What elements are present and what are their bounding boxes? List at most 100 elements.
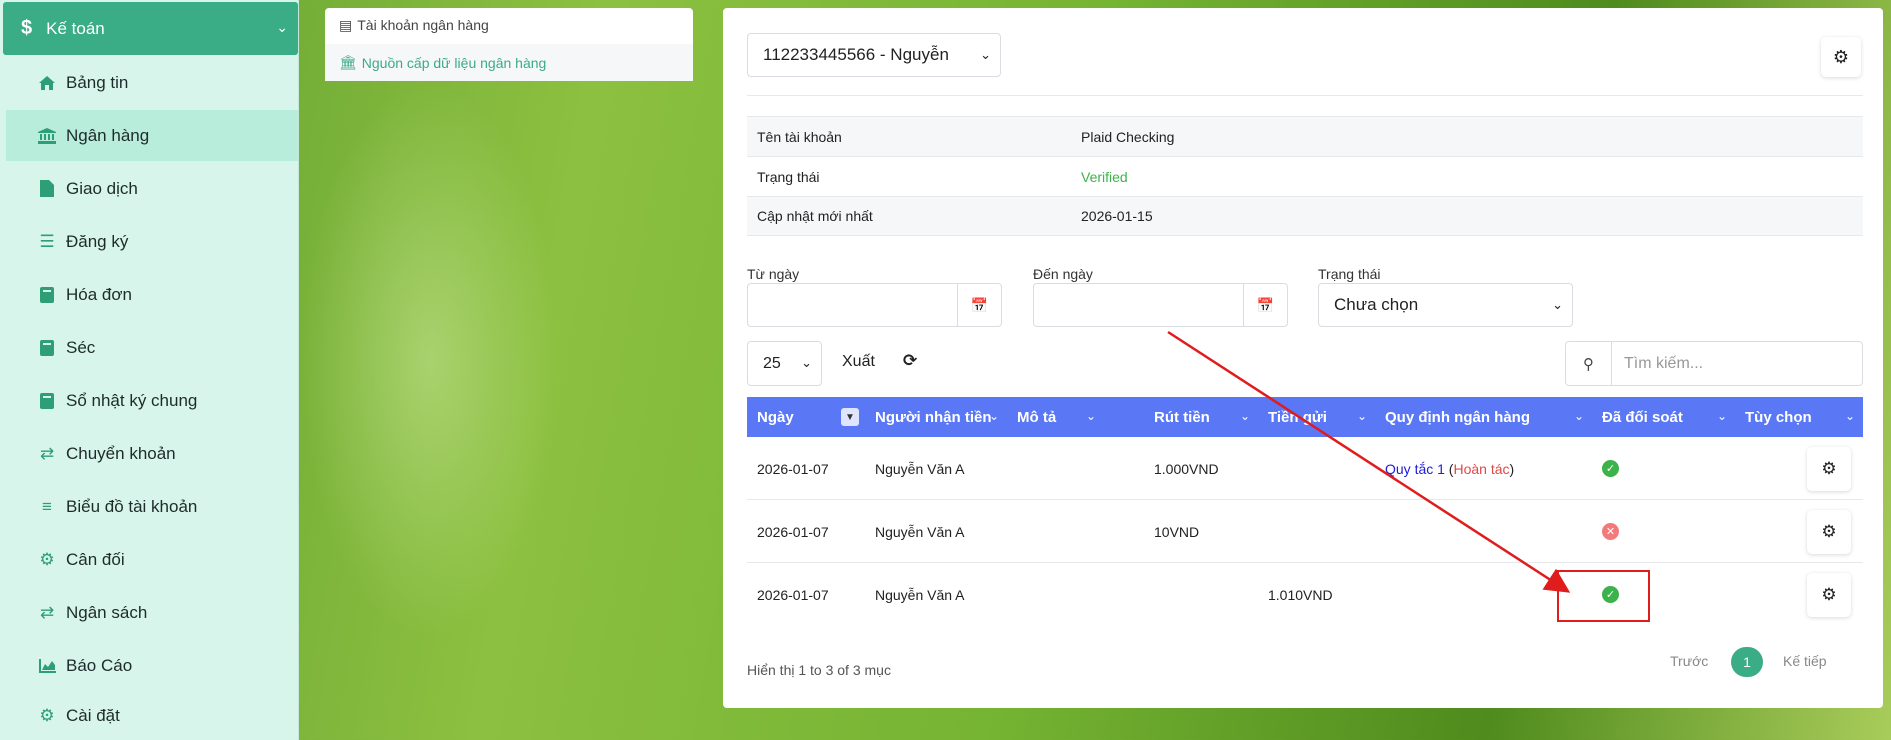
cell-deposit: 1.010VND xyxy=(1268,586,1333,603)
to-date-label: Đến ngày xyxy=(1033,266,1093,282)
cell-payee: Nguyễn Văn A xyxy=(875,523,965,540)
sort-chevron-icon: ▼ xyxy=(841,408,859,426)
info-value: Plaid Checking xyxy=(1081,128,1175,145)
export-button[interactable]: Xuất xyxy=(842,353,875,371)
cell-date: 2026-01-07 xyxy=(757,523,829,540)
bank-icon: 🏛 xyxy=(339,54,357,70)
sidebar-item-label: Hóa đơn xyxy=(66,284,132,304)
cell-withdrawal: 1.000VND xyxy=(1154,460,1219,477)
sidebar-item-transactions[interactable]: Giao dịch xyxy=(6,163,298,214)
cell-reconciled: ✕ xyxy=(1592,500,1619,563)
tab-label: Nguồn cấp dữ liệu ngân hàng xyxy=(361,54,547,71)
row-options-button[interactable]: ⚙ xyxy=(1807,573,1851,617)
page-length-value: 25 xyxy=(763,354,781,372)
gear-icon: ⚙ xyxy=(1821,522,1837,541)
sidebar-item-dashboard[interactable]: Bảng tin xyxy=(6,57,298,108)
refresh-icon[interactable]: ⟳ xyxy=(903,351,917,371)
sidebar-header-label: Kế toán xyxy=(46,18,105,38)
chevron-down-icon: ⌄ xyxy=(1356,409,1367,423)
sidebar-item-settings[interactable]: ⚙ Cài đặt xyxy=(6,690,298,740)
row-options-button[interactable]: ⚙ xyxy=(1807,510,1851,554)
file-icon xyxy=(36,180,58,197)
sidebar-item-label: Cân đối xyxy=(66,549,125,569)
chevron-down-icon: ⌄ xyxy=(988,409,999,423)
sidebar-item-journal[interactable]: Sổ nhật ký chung xyxy=(6,375,298,426)
book-icon xyxy=(36,392,58,409)
tab-bank-accounts[interactable]: ▤ Tài khoản ngân hàng xyxy=(339,17,489,34)
cell-payee: Nguyễn Văn A xyxy=(875,460,965,477)
area-chart-icon xyxy=(36,658,58,673)
rule-link[interactable]: Quy tắc 1 xyxy=(1385,461,1445,477)
from-date-input[interactable]: 📅 xyxy=(747,283,1002,327)
to-date-input[interactable]: 📅 xyxy=(1033,283,1288,327)
background-blur xyxy=(300,80,560,640)
bank-feed-panel: 112233445566 - Nguyễn ⌄ ⚙ Tên tài khoản … xyxy=(723,8,1883,708)
table-row: 2026-01-07 Nguyễn Văn A 1.010VND ✓ ⚙ xyxy=(747,563,1863,626)
sidebar-header-accounting[interactable]: $ Kế toán ⌄ xyxy=(3,2,298,55)
from-date-label: Từ ngày xyxy=(747,266,800,282)
sidebar-item-label: Báo Cáo xyxy=(66,655,133,675)
info-key: Trạng thái xyxy=(757,168,820,185)
column-header-date[interactable]: Ngày ▼ xyxy=(747,397,865,437)
sidebar-item-bank[interactable]: Ngân hàng xyxy=(6,110,298,161)
account-select[interactable]: 112233445566 - Nguyễn ⌄ xyxy=(747,33,1001,77)
sidebar-item-subscriptions[interactable]: ☰ Đăng ký xyxy=(6,216,298,267)
calendar-icon[interactable]: 📅 xyxy=(1243,284,1287,326)
annotation-highlight-box xyxy=(1557,570,1650,622)
column-header-description[interactable]: Mô tả ⌄ xyxy=(1007,397,1104,437)
sidebar-item-chart-of-accounts[interactable]: ≡ Biểu đồ tài khoản xyxy=(6,481,298,532)
chevron-down-icon: ⌄ xyxy=(1573,409,1584,423)
sidebar: $ Kế toán ⌄ Bảng tin Ngân hàng Giao dịch… xyxy=(0,0,299,740)
divider xyxy=(747,95,1863,96)
sidebar-item-transfers[interactable]: ⇄ Chuyển khoản xyxy=(6,428,298,479)
pagination-page[interactable]: 1 xyxy=(1731,647,1763,677)
calendar-icon[interactable]: 📅 xyxy=(957,284,1001,326)
chevron-down-icon: ⌄ xyxy=(1239,409,1250,423)
cell-bank-rule: Quy tắc 1 (Hoàn tác) xyxy=(1385,460,1515,477)
status-verified: Verified xyxy=(1081,168,1128,185)
table-list-icon: ▤ xyxy=(339,17,353,33)
book-icon xyxy=(36,286,58,303)
exchange-icon: ⇄ xyxy=(39,602,55,622)
tab-bank-feeds[interactable]: 🏛 Nguồn cấp dữ liệu ngân hàng xyxy=(325,44,693,81)
list-icon: ☰ xyxy=(39,231,55,251)
book-icon xyxy=(36,339,58,356)
column-header-deposit[interactable]: Tiền gửi ⌄ xyxy=(1258,397,1375,437)
status-filter-label: Trạng thái xyxy=(1318,266,1381,282)
info-row-status: Trạng thái Verified xyxy=(747,156,1863,196)
account-select-value: 112233445566 - Nguyễn xyxy=(763,45,949,64)
column-header-label: Tùy chọn xyxy=(1745,408,1812,426)
sidebar-item-budget[interactable]: ⇄ Ngân sách xyxy=(6,587,298,638)
sidebar-item-invoices[interactable]: Hóa đơn xyxy=(6,269,298,320)
sidebar-item-checks[interactable]: Séc xyxy=(6,322,298,373)
dollar-icon: $ xyxy=(21,17,33,39)
status-filter-select[interactable]: Chưa chọn ⌄ xyxy=(1318,283,1573,327)
table-row: 2026-01-07 Nguyễn Văn A 1.000VND Quy tắc… xyxy=(747,437,1863,500)
column-header-reconciled[interactable]: Đã đối soát ⌄ xyxy=(1592,397,1735,437)
bank-icon xyxy=(36,127,58,144)
undo-link[interactable]: Hoàn tác xyxy=(1453,461,1509,477)
column-header-label: Đã đối soát xyxy=(1602,408,1683,426)
pagination-next[interactable]: Kế tiếp xyxy=(1783,653,1827,669)
gear-icon: ⚙ xyxy=(1821,459,1837,478)
chevron-down-icon: ⌄ xyxy=(1552,297,1563,312)
column-header-options[interactable]: Tùy chọn ⌄ xyxy=(1735,397,1863,437)
sidebar-item-label: Ngân sách xyxy=(66,602,148,622)
chevron-down-icon: ⌄ xyxy=(980,47,991,62)
sliders-icon: ⚙ xyxy=(39,549,55,569)
row-options-button[interactable]: ⚙ xyxy=(1807,447,1851,491)
column-header-payee[interactable]: Người nhận tiền ⌄ xyxy=(865,397,1007,437)
sidebar-item-label: Biểu đồ tài khoản xyxy=(66,496,198,516)
info-row-last-updated: Cập nhật mới nhất 2026-01-15 xyxy=(747,196,1863,236)
search-box[interactable]: ⚲ Tìm kiếm... xyxy=(1565,341,1863,386)
search-input[interactable]: Tìm kiếm... xyxy=(1612,342,1862,385)
sidebar-item-reports[interactable]: Báo Cáo xyxy=(6,640,298,691)
sidebar-item-balance[interactable]: ⚙ Cân đối xyxy=(6,534,298,585)
panel-settings-button[interactable]: ⚙ xyxy=(1821,37,1861,77)
page-length-select[interactable]: 25 ⌄ xyxy=(747,341,822,386)
pagination-previous[interactable]: Trước xyxy=(1670,653,1708,669)
column-header-bank-rule[interactable]: Quy định ngân hàng ⌄ xyxy=(1375,397,1592,437)
column-header-label: Người nhận tiền xyxy=(875,408,992,426)
chevron-down-icon: ⌄ xyxy=(1085,409,1096,423)
column-header-withdrawal[interactable]: Rút tiền ⌄ xyxy=(1144,397,1258,437)
